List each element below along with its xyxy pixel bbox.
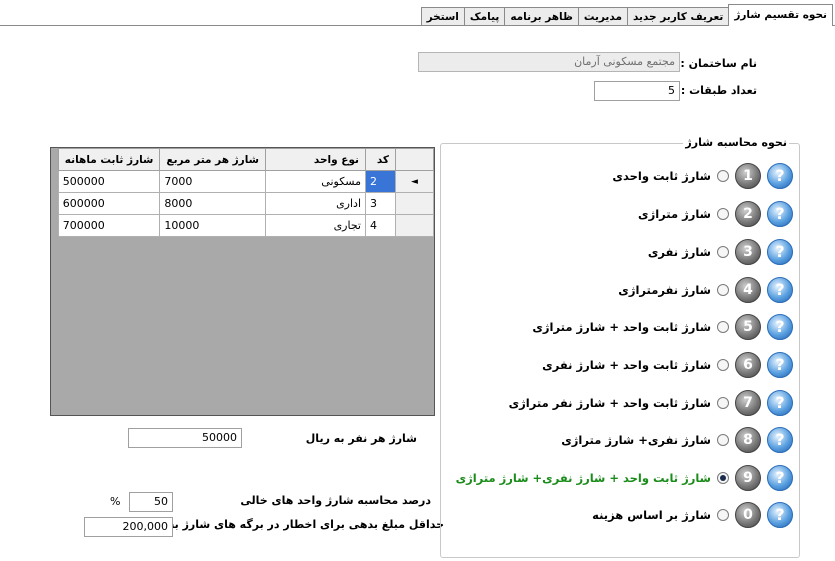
help-icon[interactable]: ? xyxy=(767,427,793,453)
cell-unit-type[interactable]: تجاری xyxy=(265,214,366,237)
row-header[interactable] xyxy=(395,192,434,215)
cell-per-meter[interactable]: 8000 xyxy=(159,192,266,215)
building-name-label: نام ساختمان : xyxy=(680,57,757,70)
help-icon[interactable]: ? xyxy=(767,163,793,189)
radio-option-9-selected[interactable] xyxy=(717,472,729,484)
per-person-charge-field[interactable]: 50000 xyxy=(128,428,242,448)
calc-option-3[interactable]: ? 3 شارژ نفری xyxy=(648,237,793,267)
calc-method-title: نحوه محاسبه شارژ xyxy=(683,136,789,149)
grid-corner xyxy=(395,148,434,171)
calc-option-0[interactable]: ? 0 شارژ بر اساس هزینه xyxy=(592,500,793,530)
floors-label: تعداد طبقات : xyxy=(680,84,757,97)
vacancy-percent-field[interactable]: 50 xyxy=(129,492,173,512)
radio-option-1[interactable] xyxy=(717,170,729,182)
option-label[interactable]: شارژ نفری xyxy=(648,245,711,259)
floors-field[interactable]: 5 xyxy=(594,81,680,101)
calc-option-2[interactable]: ? 2 شارژ متراژی xyxy=(638,199,793,229)
cell-fixed-charge[interactable]: 500000 xyxy=(57,170,161,193)
calc-option-4[interactable]: ? 4 شارژ نفرمتراژی xyxy=(618,275,793,305)
table-row[interactable]: 500000 7000 مسکونی 2 ◄ xyxy=(57,170,434,193)
min-debt-label: حداقل مبلغ بدهی برای اخطار در برگه های ش… xyxy=(139,518,444,531)
number-6-icon: 6 xyxy=(735,352,761,378)
column-header-unit-type[interactable]: نوع واحد xyxy=(265,148,366,171)
per-person-charge-label: شارژ هر نفر به ریال xyxy=(305,432,417,445)
tab-new-user[interactable]: تعریف کاربر جدید xyxy=(626,7,730,26)
calc-option-1[interactable]: ? 1 شارژ ثابت واحدی xyxy=(612,161,793,191)
calc-option-7[interactable]: ? 7 شارژ ثابت واحد + شارژ نفر متراژی xyxy=(509,388,793,418)
column-header-per-meter[interactable]: شارژ هر متر مربع xyxy=(159,148,266,171)
number-8-icon: 8 xyxy=(735,427,761,453)
radio-option-0[interactable] xyxy=(717,509,729,521)
option-label[interactable]: شارژ ثابت واحد + شارژ نفری xyxy=(542,358,711,372)
min-debt-field[interactable]: 200,000 xyxy=(84,517,173,537)
cell-unit-type[interactable]: اداری xyxy=(265,192,366,215)
table-row[interactable]: 600000 8000 اداری 3 xyxy=(57,192,434,215)
row-header[interactable] xyxy=(395,214,434,237)
cell-code[interactable]: 3 xyxy=(365,192,396,215)
number-7-icon: 7 xyxy=(735,390,761,416)
radio-option-6[interactable] xyxy=(717,359,729,371)
option-label[interactable]: شارژ نفرمتراژی xyxy=(618,283,711,297)
cell-per-meter[interactable]: 10000 xyxy=(159,214,266,237)
number-5-icon: 5 xyxy=(735,314,761,340)
tab-appearance[interactable]: ظاهر برنامه xyxy=(504,7,579,26)
option-label[interactable]: شارژ متراژی xyxy=(638,207,711,221)
help-icon[interactable]: ? xyxy=(767,201,793,227)
radio-option-8[interactable] xyxy=(717,434,729,446)
option-label[interactable]: شارژ ثابت واحد + شارژ نفر متراژی xyxy=(509,396,711,410)
grid-header-row: شارژ ثابت ماهانه شارژ هر متر مربع نوع وا… xyxy=(57,148,434,171)
calc-option-6[interactable]: ? 6 شارژ ثابت واحد + شارژ نفری xyxy=(542,350,793,380)
help-icon[interactable]: ? xyxy=(767,465,793,491)
help-icon[interactable]: ? xyxy=(767,352,793,378)
number-9-icon: 9 xyxy=(735,465,761,491)
cell-code[interactable]: 4 xyxy=(365,214,396,237)
option-label[interactable]: شارژ بر اساس هزینه xyxy=(592,508,711,522)
help-icon[interactable]: ? xyxy=(767,390,793,416)
help-icon[interactable]: ? xyxy=(767,502,793,528)
calc-option-9[interactable]: ? 9 شارژ ثابت واحد + شارژ نفری+ شارژ متر… xyxy=(456,463,793,493)
radio-option-5[interactable] xyxy=(717,321,729,333)
table-row[interactable]: 700000 10000 تجاری 4 xyxy=(57,214,434,237)
cell-fixed-charge[interactable]: 700000 xyxy=(57,214,161,237)
cell-per-meter[interactable]: 7000 xyxy=(159,170,266,193)
number-0-icon: 0 xyxy=(735,502,761,528)
help-icon[interactable]: ? xyxy=(767,314,793,340)
tab-charge-split[interactable]: نحوه تقسیم شارژ xyxy=(728,4,833,26)
option-label[interactable]: شارژ ثابت واحد + شارژ متراژی xyxy=(532,320,711,334)
column-header-code[interactable]: کد xyxy=(365,148,396,171)
number-4-icon: 4 xyxy=(735,277,761,303)
number-3-icon: 3 xyxy=(735,239,761,265)
radio-option-2[interactable] xyxy=(717,208,729,220)
help-icon[interactable]: ? xyxy=(767,239,793,265)
tab-management[interactable]: مدیریت xyxy=(577,7,628,26)
unit-types-grid[interactable]: شارژ ثابت ماهانه شارژ هر متر مربع نوع وا… xyxy=(50,147,435,416)
tab-pool[interactable]: استخر xyxy=(420,7,465,26)
option-label[interactable]: شارژ ثابت واحدی xyxy=(612,169,711,183)
tab-strip: نحوه تقسیم شارژ تعریف کاربر جدید مدیریت … xyxy=(420,4,833,26)
vacancy-percent-label: درصد محاسبه شارژ واحد های خالی xyxy=(240,494,431,507)
radio-option-7[interactable] xyxy=(717,397,729,409)
calc-option-5[interactable]: ? 5 شارژ ثابت واحد + شارژ متراژی xyxy=(532,312,793,342)
option-label-selected[interactable]: شارژ ثابت واحد + شارژ نفری+ شارژ متراژی xyxy=(456,471,711,485)
tab-divider xyxy=(0,25,835,26)
radio-option-3[interactable] xyxy=(717,246,729,258)
radio-option-4[interactable] xyxy=(717,284,729,296)
help-icon[interactable]: ? xyxy=(767,277,793,303)
calc-option-8[interactable]: ? 8 شارژ نفری+ شارژ متراژی xyxy=(561,425,793,455)
number-2-icon: 2 xyxy=(735,201,761,227)
tab-sms[interactable]: پیامک xyxy=(463,7,506,26)
cell-code[interactable]: 2 xyxy=(365,170,396,193)
cell-unit-type[interactable]: مسکونی xyxy=(265,170,366,193)
building-name-field[interactable]: مجتمع مسکونی آرمان xyxy=(418,52,680,72)
option-label[interactable]: شارژ نفری+ شارژ متراژی xyxy=(561,433,711,447)
percent-sign: % xyxy=(110,495,121,508)
current-row-indicator[interactable]: ◄ xyxy=(395,170,434,193)
cell-fixed-charge[interactable]: 600000 xyxy=(57,192,161,215)
column-header-fixed-charge[interactable]: شارژ ثابت ماهانه xyxy=(57,148,161,171)
number-1-icon: 1 xyxy=(735,163,761,189)
calc-method-group: نحوه محاسبه شارژ ? 1 شارژ ثابت واحدی ? 2… xyxy=(440,136,800,558)
